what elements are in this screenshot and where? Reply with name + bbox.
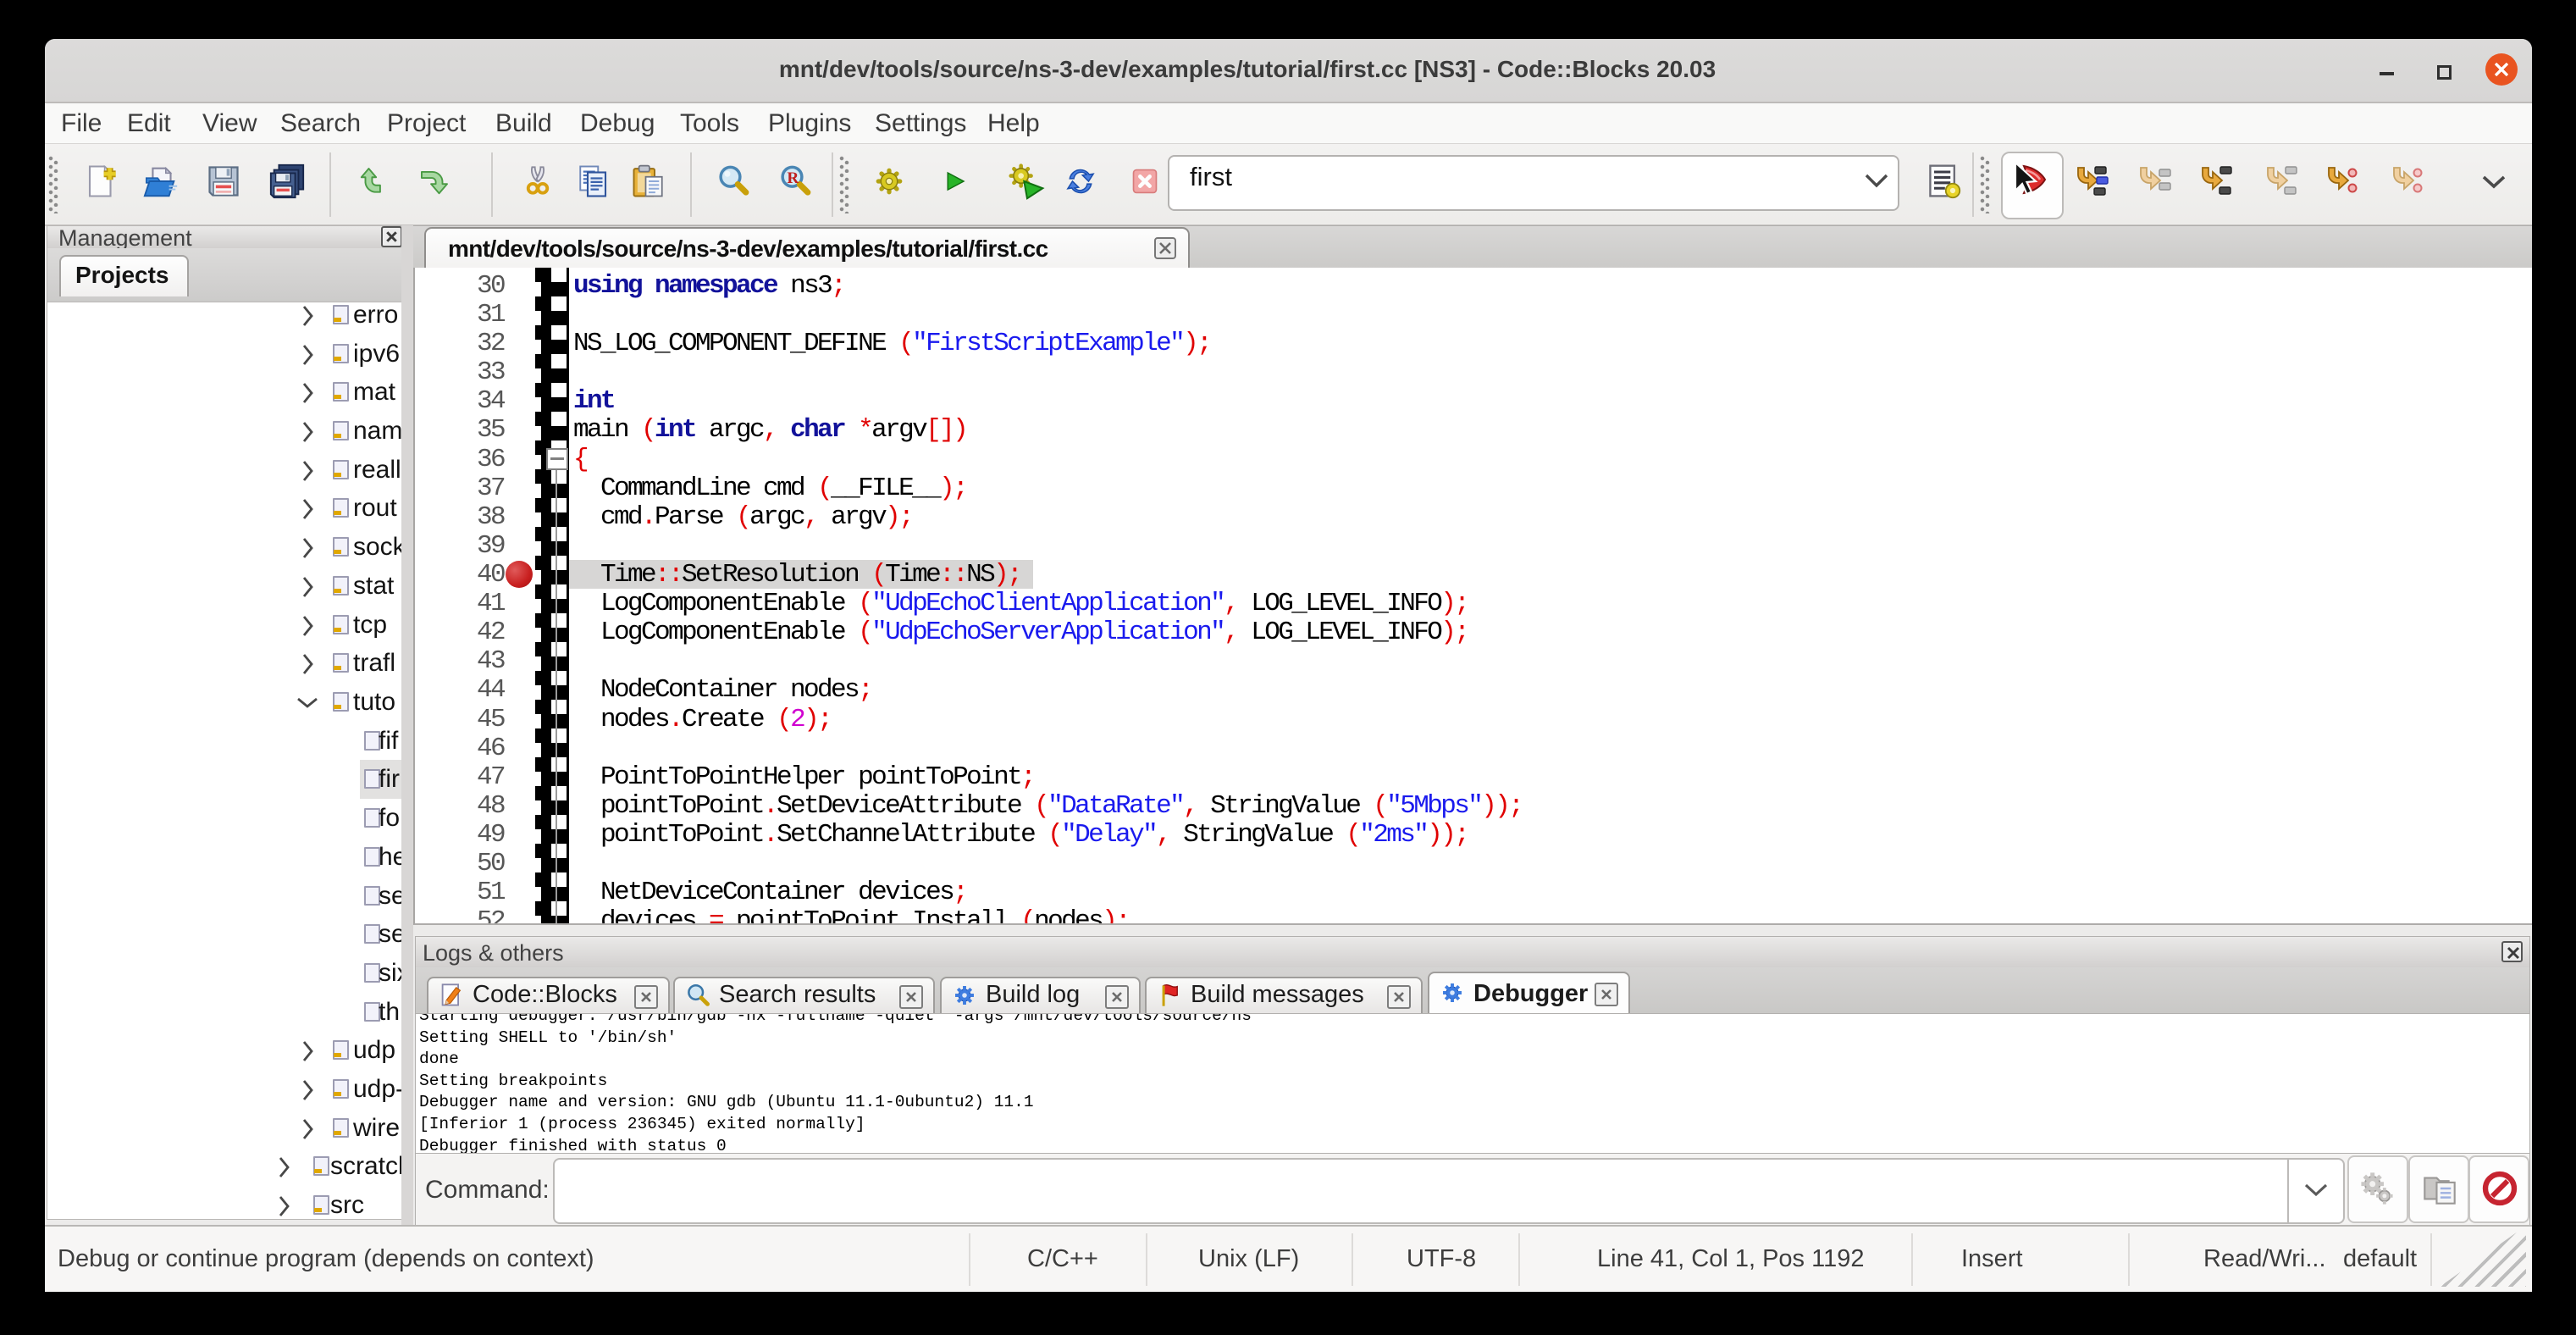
svg-text:R: R xyxy=(787,169,799,187)
